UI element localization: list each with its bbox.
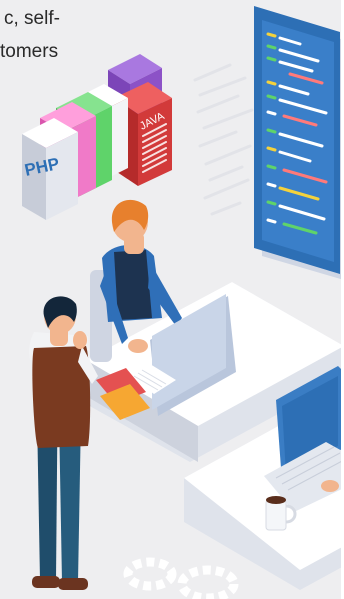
background-code-lines <box>193 63 254 216</box>
code-monitor <box>254 6 344 280</box>
books-stack: JAVA PHP <box>22 54 172 220</box>
developer-illustration: JAVA PHP <box>22 6 344 599</box>
gear-icon <box>123 557 239 599</box>
standing-developer <box>29 296 98 590</box>
